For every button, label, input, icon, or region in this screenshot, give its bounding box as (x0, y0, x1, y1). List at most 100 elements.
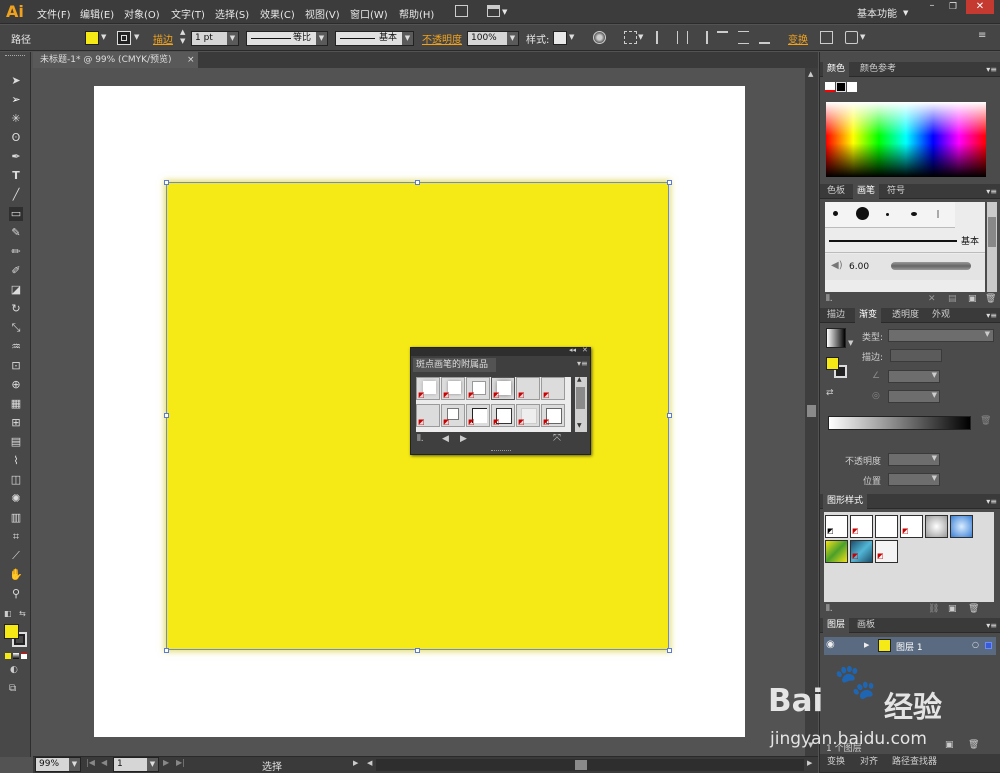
minimize-icon[interactable]: – (922, 0, 942, 14)
expand-layer-icon[interactable]: ▶ (864, 641, 869, 649)
close-icon[interactable]: ✕ (582, 346, 588, 354)
panel-menu-icon[interactable]: ▾≡ (986, 618, 997, 633)
panel-title-bar[interactable]: ◂◂ ✕ (411, 346, 590, 356)
scroll-up-icon[interactable]: ▲ (808, 70, 813, 78)
close-tab-icon[interactable]: × (187, 52, 195, 68)
color-mode-icon[interactable] (5, 653, 11, 659)
chevron-down-icon[interactable]: ▼ (502, 8, 507, 16)
brush-swatch[interactable]: ◩ (516, 377, 540, 400)
eraser-tool-icon[interactable]: ◪ (9, 283, 23, 297)
chevron-down-icon[interactable]: ▼ (227, 32, 238, 45)
close-icon[interactable]: ✕ (966, 0, 994, 14)
chevron-down-icon[interactable]: ▼ (638, 33, 643, 41)
tab-transparency[interactable]: 透明度 (888, 308, 923, 323)
brush-flat[interactable] (937, 210, 939, 218)
stroke-swatch[interactable] (117, 31, 131, 45)
selection-handle[interactable] (667, 648, 672, 653)
line-tool-icon[interactable]: ╱ (9, 188, 23, 202)
color-spectrum[interactable] (826, 102, 986, 177)
vertical-scrollbar[interactable]: ▲ ▼ (805, 68, 818, 756)
selection-tool-icon[interactable]: ➤ (9, 74, 23, 88)
chevron-down-icon[interactable]: ▼ (101, 33, 106, 41)
brush-dot-tiny[interactable] (886, 213, 889, 216)
opacity-label-link[interactable]: 不透明度 (422, 31, 462, 46)
selection-handle[interactable] (164, 180, 169, 185)
symbol-sprayer-tool-icon[interactable]: ✺ (9, 492, 23, 506)
tab-transform[interactable]: 变换 (823, 754, 849, 769)
stroke-label-link[interactable]: 描边 (153, 31, 173, 46)
brush-swatch[interactable]: ◩ (491, 377, 515, 400)
artboard-tool-icon[interactable]: ⌗ (9, 530, 23, 544)
toolbox-grip[interactable] (5, 55, 25, 57)
scroll-thumb[interactable] (988, 217, 996, 247)
target-icon[interactable]: ○ (972, 640, 979, 649)
previous-artboard-icon[interactable]: ◀ (101, 758, 107, 767)
panel-menu-icon[interactable]: ▾≡ (986, 494, 997, 509)
remove-stroke-icon[interactable]: ✕ (928, 294, 936, 304)
gradient-mode-icon[interactable] (13, 653, 19, 659)
aspect-ratio-field[interactable]: ▼ (888, 390, 940, 403)
last-artboard-icon[interactable]: ▶| (176, 758, 185, 767)
horizontal-scroll-track[interactable] (376, 759, 804, 771)
pen-tool-icon[interactable]: ✒ (9, 150, 23, 164)
new-layer-icon[interactable]: ▣ (945, 740, 954, 750)
menu-edit[interactable]: 编辑(E) (80, 6, 114, 21)
scroll-thumb[interactable] (807, 405, 816, 417)
tab-stroke[interactable]: 描边 (823, 308, 849, 323)
tab-graphic-styles[interactable]: 图形样式 (823, 494, 868, 509)
first-artboard-icon[interactable]: |◀ (86, 758, 95, 767)
brush-swatch[interactable]: ◩ (416, 377, 440, 400)
brush-swatch[interactable]: ◩ (416, 404, 440, 427)
isolate-selected-icon[interactable] (820, 31, 833, 44)
brush-swatch[interactable]: ◩ (466, 404, 490, 427)
selection-handle[interactable] (667, 180, 672, 185)
new-brush-icon[interactable]: ▣ (968, 294, 977, 304)
graphic-style[interactable]: ◩ (900, 515, 923, 538)
delete-icon[interactable]: 🗑 (968, 604, 979, 614)
brush-oval[interactable] (911, 212, 917, 216)
brush-swatch[interactable]: ◩ (441, 404, 465, 427)
graphic-style[interactable] (950, 515, 973, 538)
gradient-preview[interactable] (826, 328, 846, 348)
graphic-style-swatch[interactable] (553, 31, 567, 45)
draw-mode-icon[interactable]: ◐ (10, 665, 18, 675)
add-to-brushes-icon[interactable]: ⤧ (553, 433, 561, 444)
panel-menu-icon[interactable]: ▾≡ (986, 184, 997, 199)
stepper-icon[interactable]: ▲ ▼ (180, 28, 185, 46)
reverse-gradient-icon[interactable]: ⇄ (826, 388, 834, 398)
tab-brushes[interactable]: 画笔 (853, 184, 880, 199)
chevron-down-icon[interactable]: ▼ (147, 758, 158, 771)
graphic-style[interactable] (925, 515, 948, 538)
tab-pathfinder[interactable]: 路径查找器 (888, 754, 941, 769)
delete-icon[interactable]: 🗑 (985, 294, 996, 304)
blob-brush-library-panel[interactable]: ◂◂ ✕ 斑点画笔的附属品 ▾≡ ◩ ◩ ◩ ◩ ◩ ◩ ◩ ◩ ◩ ◩ ◩ ◩… (410, 346, 591, 455)
menu-help[interactable]: 帮助(H) (399, 6, 434, 21)
graphic-style[interactable] (875, 515, 898, 538)
options-icon[interactable]: ▤ (948, 294, 957, 304)
artboard-number-field[interactable]: 1 ▼ (113, 757, 159, 772)
next-library-icon[interactable]: ▶ (460, 434, 467, 444)
tab-color[interactable]: 颜色 (823, 62, 850, 77)
direct-selection-tool-icon[interactable]: ➢ (9, 93, 23, 107)
black-swatch[interactable] (836, 82, 846, 92)
tab-gradient[interactable]: 渐变 (855, 308, 882, 323)
brush-dot-large[interactable] (856, 207, 869, 220)
default-colors-icon[interactable]: ◧ (4, 609, 12, 618)
tab-symbols[interactable]: 符号 (883, 184, 909, 199)
basic-brush-row[interactable]: 基本 (825, 229, 985, 253)
fill-color-icon[interactable] (4, 624, 19, 639)
panel-menu-icon[interactable]: ▾≡ (986, 308, 997, 323)
align-left-icon[interactable] (656, 31, 667, 44)
panel-tab[interactable]: 斑点画笔的附属品 (413, 358, 496, 372)
next-artboard-icon[interactable]: ▶ (163, 758, 169, 767)
menu-effect[interactable]: 效果(C) (260, 6, 295, 21)
align-top-icon[interactable] (717, 31, 728, 44)
brush-swatch[interactable]: ◩ (541, 377, 565, 400)
break-link-icon[interactable]: ⛓ (928, 604, 939, 614)
perspective-grid-tool-icon[interactable]: ▦ (9, 397, 23, 411)
opacity-field[interactable]: 100% ▼ (467, 31, 519, 46)
align-to-selection-icon[interactable] (624, 31, 637, 44)
tab-appearance[interactable]: 外观 (928, 308, 954, 323)
brush-swatch[interactable]: ◩ (541, 404, 565, 427)
chevron-down-icon[interactable]: ▼ (903, 9, 908, 17)
